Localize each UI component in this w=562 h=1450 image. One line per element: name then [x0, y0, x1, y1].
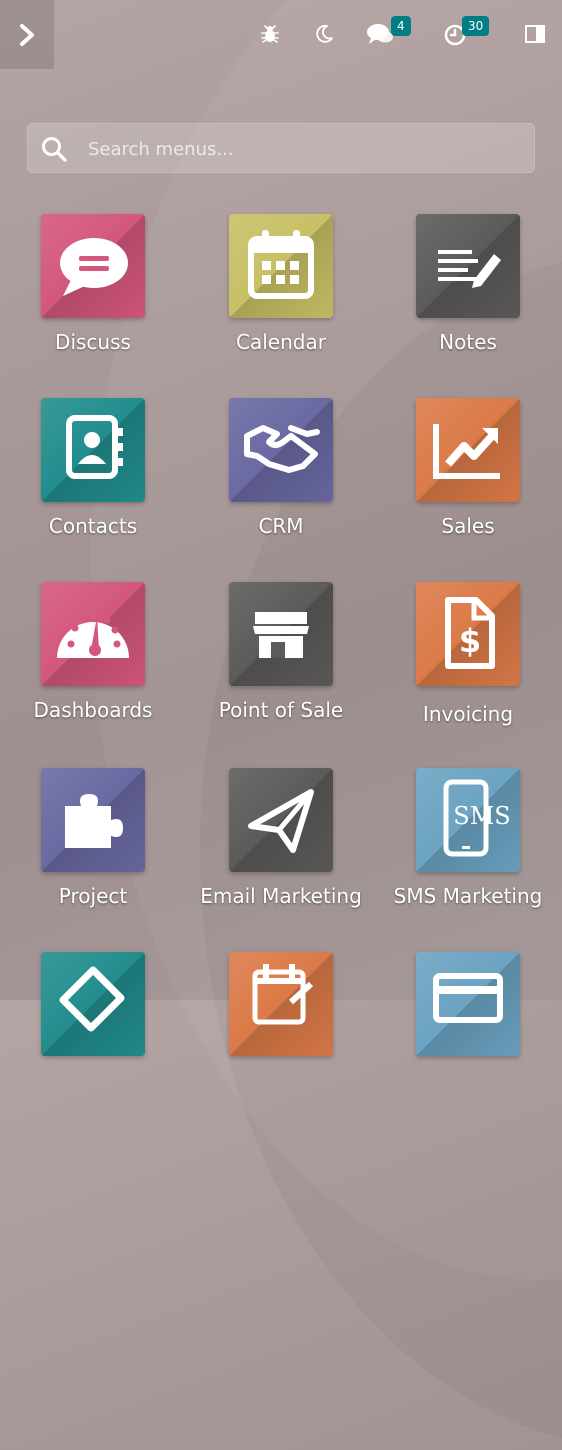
app-label: Dashboards [33, 698, 153, 722]
app-label: CRM [258, 514, 304, 538]
app-tile [229, 582, 333, 686]
app-tile [229, 214, 333, 318]
app-label: Notes [439, 330, 497, 354]
messages-button[interactable] [366, 22, 394, 46]
address-book-icon [66, 415, 123, 479]
menu-toggle-button[interactable] [0, 0, 54, 69]
app-tile: SMS [416, 768, 520, 872]
tag-icon [59, 966, 125, 1032]
search-bar [27, 123, 535, 173]
app-label: Invoicing [422, 702, 514, 726]
app-label: SMS Marketing [393, 884, 543, 908]
app-label: Email Marketing [200, 884, 362, 908]
top-navbar: 4 30 [0, 0, 562, 69]
moon-icon [316, 24, 333, 43]
sms-glyph-text: SMS [453, 802, 510, 830]
app-tile [416, 952, 520, 1056]
app-tile [41, 952, 145, 1056]
storefront-icon [253, 612, 309, 658]
invoice-dollar-icon: $ [445, 597, 495, 669]
gauge-icon [57, 614, 129, 658]
debug-button[interactable] [258, 22, 282, 46]
app-label: Contacts [48, 514, 138, 538]
chevron-right-icon [20, 23, 34, 46]
app-label: Point of Sale [218, 698, 344, 722]
app-tile [229, 768, 333, 872]
svg-text:$: $ [459, 622, 481, 660]
sidebar-panel-icon [525, 25, 545, 43]
sms-phone-icon: SMS [443, 779, 511, 857]
app-tile [41, 768, 145, 872]
paper-plane-icon [248, 789, 314, 853]
app-tile [416, 214, 520, 318]
search-input[interactable] [86, 132, 520, 166]
trend-chart-icon [433, 424, 500, 479]
chat-bubbles-icon [367, 24, 393, 44]
app-tile [229, 398, 333, 502]
app-tile [229, 952, 333, 1056]
panel-toggle-button[interactable] [523, 22, 547, 46]
activities-count-badge: 30 [462, 16, 490, 36]
app-label: Calendar [236, 330, 326, 354]
app-tile [41, 398, 145, 502]
theme-toggle-button[interactable] [312, 22, 336, 46]
app-label: Sales [441, 514, 495, 538]
calendar-edit-icon [252, 964, 314, 1025]
app-tile [41, 214, 145, 318]
app-tile [41, 582, 145, 686]
puzzle-icon [65, 794, 123, 848]
app-tile: $ [416, 582, 520, 686]
app-label: Project [58, 884, 128, 908]
speech-bubble-icon [60, 238, 128, 296]
notes-pencil-icon [438, 250, 501, 288]
app-tile [416, 398, 520, 502]
messages-count-badge: 4 [391, 16, 411, 36]
calendar-icon [248, 230, 314, 299]
search-icon [42, 137, 67, 162]
bug-icon [261, 25, 279, 43]
handshake-icon [244, 425, 320, 473]
card-icon [433, 973, 503, 1023]
app-label: Discuss [55, 330, 131, 354]
